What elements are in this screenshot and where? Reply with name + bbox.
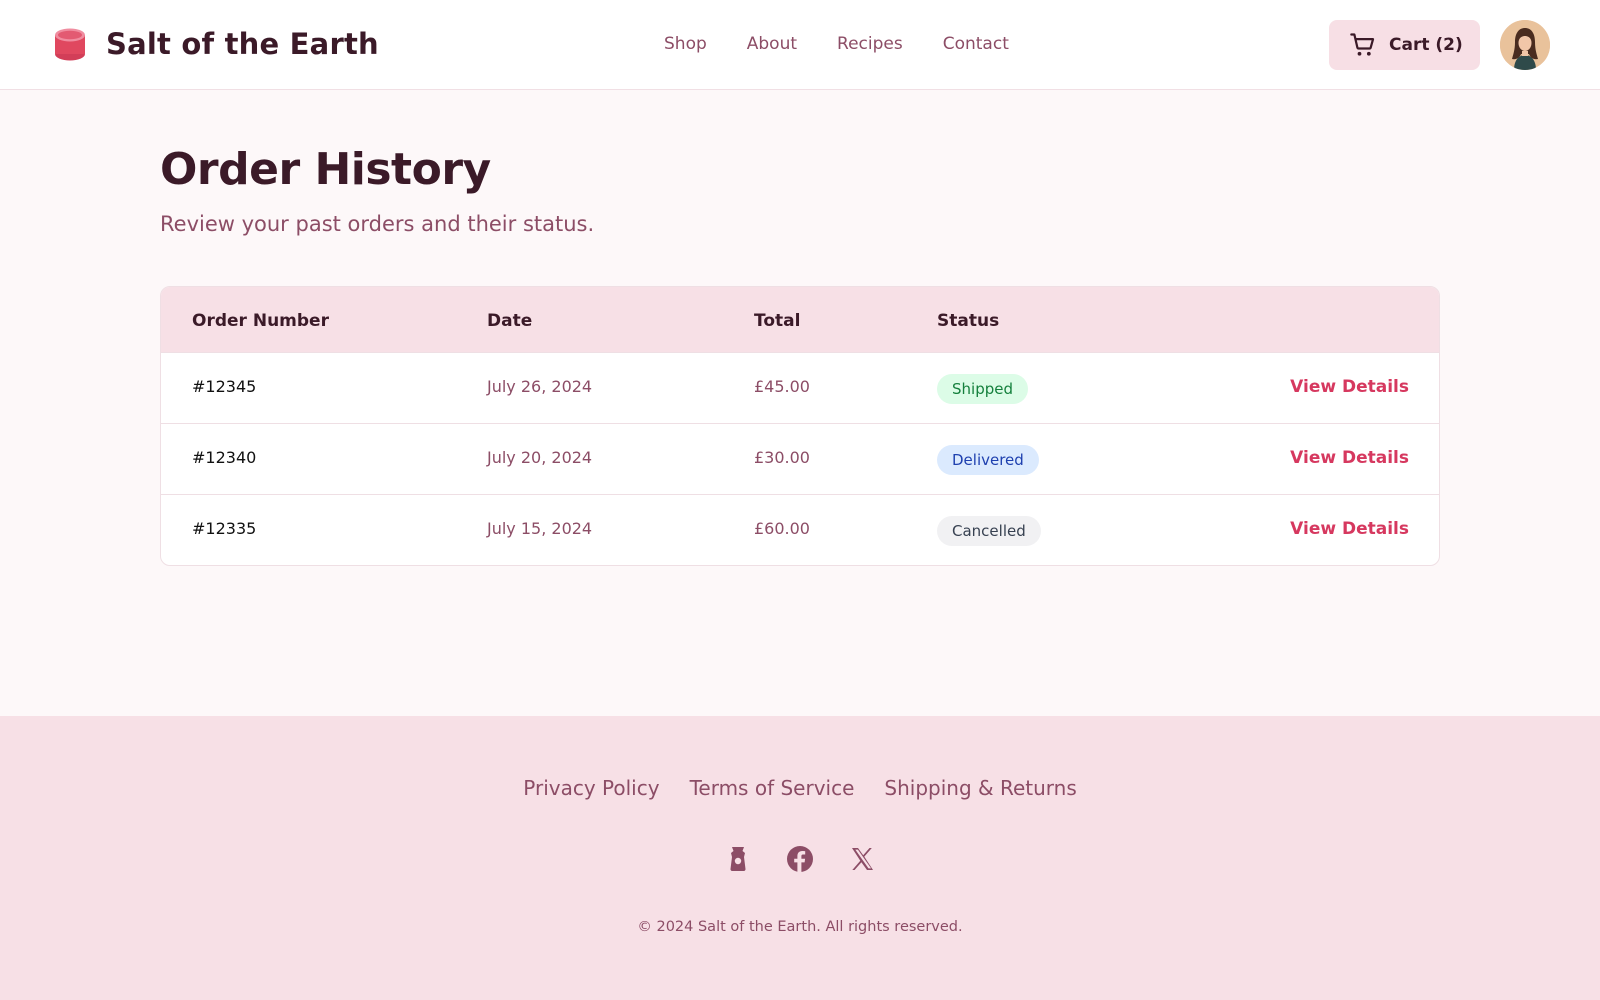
- user-avatar[interactable]: [1500, 20, 1550, 70]
- order-total: £60.00: [754, 519, 810, 538]
- x-icon[interactable]: [847, 844, 877, 874]
- brand-name: Salt of the Earth: [106, 27, 379, 61]
- cart-button[interactable]: Cart (2): [1329, 20, 1480, 70]
- facebook-icon[interactable]: [785, 844, 815, 874]
- column-header-order-number: Order Number: [192, 311, 329, 331]
- table-row: #12335 July 15, 2024 £60.00 Cancelled Vi…: [161, 495, 1439, 565]
- footer-link-terms[interactable]: Terms of Service: [690, 776, 855, 800]
- status-cell: Shipped: [937, 374, 1028, 404]
- view-details-link[interactable]: View Details: [1290, 377, 1409, 397]
- status-badge: Cancelled: [937, 516, 1041, 546]
- order-date: July 20, 2024: [487, 448, 593, 467]
- page-subtitle: Review your past orders and their status…: [160, 212, 595, 236]
- page-title: Order History: [160, 144, 491, 195]
- order-date: July 26, 2024: [487, 377, 593, 396]
- footer-link-privacy[interactable]: Privacy Policy: [523, 776, 659, 800]
- copyright: © 2024 Salt of the Earth. All rights res…: [637, 919, 963, 935]
- status-cell: Cancelled: [937, 516, 1041, 546]
- order-number: #12345: [192, 377, 257, 396]
- instagram-icon[interactable]: [723, 844, 753, 874]
- order-total: £30.00: [754, 448, 810, 467]
- status-badge: Delivered: [937, 445, 1039, 475]
- column-header-total: Total: [754, 311, 801, 331]
- table-header-row: Order Number Date Total Status: [161, 287, 1439, 353]
- orders-table: Order Number Date Total Status #12345 Ju…: [160, 286, 1440, 566]
- shopping-cart-icon: [1350, 33, 1375, 56]
- order-number: #12340: [192, 448, 257, 467]
- footer-links: Privacy Policy Terms of Service Shipping…: [0, 776, 1600, 800]
- nav-item-contact[interactable]: Contact: [943, 33, 1009, 55]
- status-cell: Delivered: [937, 445, 1039, 475]
- order-date: July 15, 2024: [487, 519, 593, 538]
- column-header-date: Date: [487, 311, 533, 331]
- view-details-link[interactable]: View Details: [1290, 448, 1409, 468]
- order-number: #12335: [192, 519, 257, 538]
- main-nav: Shop About Recipes Contact: [664, 33, 1049, 55]
- nav-item-recipes[interactable]: Recipes: [837, 33, 903, 55]
- brand[interactable]: Salt of the Earth: [54, 24, 379, 64]
- nav-item-about[interactable]: About: [747, 33, 797, 55]
- cart-label: Cart (2): [1389, 35, 1463, 55]
- social-links: [0, 844, 1600, 874]
- footer-link-shipping[interactable]: Shipping & Returns: [884, 776, 1076, 800]
- table-row: #12345 July 26, 2024 £45.00 Shipped View…: [161, 353, 1439, 424]
- site-header: Salt of the Earth Shop About Recipes Con…: [0, 0, 1600, 90]
- site-footer: Privacy Policy Terms of Service Shipping…: [0, 716, 1600, 1000]
- order-total: £45.00: [754, 377, 810, 396]
- nav-item-shop[interactable]: Shop: [664, 33, 707, 55]
- column-header-status: Status: [937, 311, 1000, 331]
- view-details-link[interactable]: View Details: [1290, 519, 1409, 539]
- salt-cellar-icon: [55, 28, 85, 61]
- status-badge: Shipped: [937, 374, 1028, 404]
- avatar-image: [1500, 20, 1550, 70]
- table-row: #12340 July 20, 2024 £30.00 Delivered Vi…: [161, 424, 1439, 495]
